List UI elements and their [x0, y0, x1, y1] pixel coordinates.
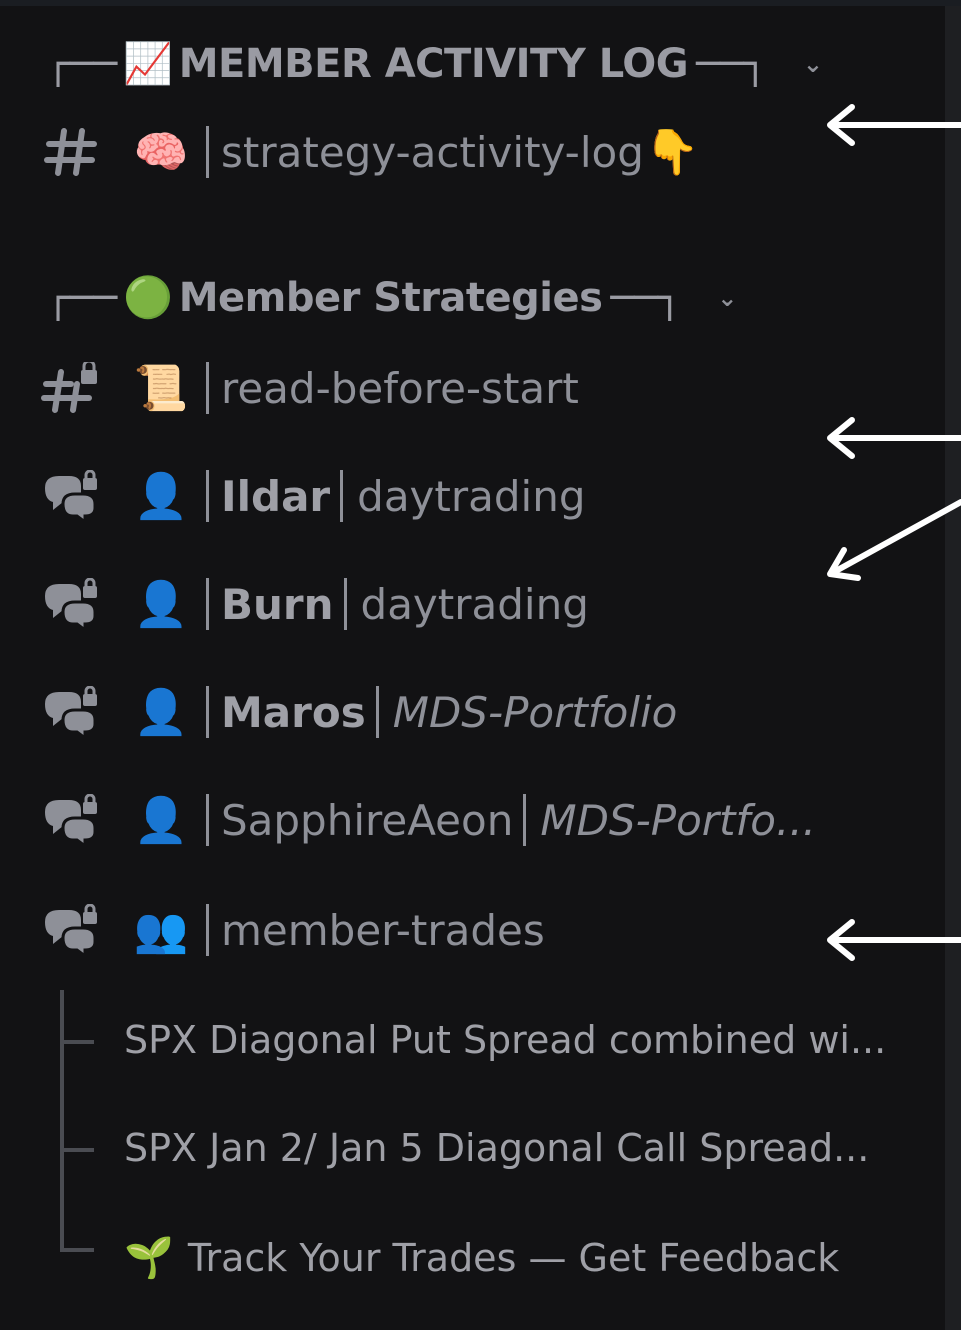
forum-lock-icon — [36, 794, 106, 846]
separator — [206, 126, 209, 178]
scroll-emoji-icon: 📜 — [133, 363, 189, 414]
person-silhouette-emoji-icon: 👤 — [133, 795, 189, 846]
brain-emoji-icon: 🧠 — [133, 127, 189, 178]
category-member-activity-log[interactable]: ┌── 📈 MEMBER ACTIVITY LOG ──┐ ⌄ — [46, 40, 823, 88]
separator — [206, 686, 209, 738]
thread-spx-jan-diagonal-call-spread[interactable]: SPX Jan 2/ Jan 5 Diagonal Call Spread... — [124, 1126, 869, 1170]
separator — [206, 470, 209, 522]
top-edge — [0, 0, 961, 6]
category-suffix: ──┐ — [696, 40, 767, 87]
category-label: Member Strategies — [178, 274, 603, 321]
forum-channel-burn[interactable]: 👤 Burn daytrading — [0, 578, 589, 630]
person-silhouette-emoji-icon: 👤 — [133, 579, 189, 630]
strategy-tag: daytrading — [360, 579, 589, 629]
thread-label: Track Your Trades — Get Feedback — [187, 1235, 840, 1280]
separator — [206, 794, 209, 846]
annotation-arrow-diagonal-icon — [827, 499, 961, 581]
pointing-down-emoji-icon: 👇 — [644, 127, 700, 178]
forum-lock-icon — [36, 578, 106, 630]
category-prefix: ┌── — [46, 274, 117, 321]
chart-increasing-emoji-icon: 📈 — [123, 41, 173, 87]
separator — [206, 578, 209, 630]
forum-lock-icon — [36, 904, 106, 956]
separator — [343, 578, 347, 630]
thread-branch — [60, 1148, 94, 1152]
strategy-tag: MDS-Portfolio — [392, 687, 678, 737]
member-name: Burn — [221, 579, 334, 629]
category-label: MEMBER ACTIVITY LOG — [178, 40, 689, 87]
forum-lock-icon — [36, 686, 106, 738]
person-silhouette-emoji-icon: 👤 — [133, 471, 189, 522]
channel-name: member-trades — [221, 905, 545, 955]
forum-channel-ildar[interactable]: 👤 Ildar daytrading — [0, 470, 586, 522]
chevron-down-icon[interactable]: ⌄ — [803, 50, 823, 78]
strategy-tag: MDS-Portfo... — [540, 795, 817, 845]
member-name: Maros — [221, 687, 366, 737]
member-name: SapphireAeon — [221, 795, 514, 845]
chevron-down-icon[interactable]: ⌄ — [717, 284, 737, 312]
strategy-tag: daytrading — [357, 471, 586, 521]
thread-branch — [60, 1040, 94, 1044]
channel-read-before-start[interactable]: 📜 read-before-start — [0, 362, 579, 414]
category-suffix: ──┐ — [610, 274, 682, 321]
annotation-arrow-left-icon — [827, 104, 961, 146]
hash-lock-icon — [36, 362, 106, 414]
thread-branch — [60, 1248, 94, 1252]
two-people-emoji-icon: 👥 — [133, 905, 189, 956]
person-silhouette-emoji-icon: 👤 — [133, 687, 189, 738]
annotation-arrow-left-icon — [827, 417, 961, 459]
category-prefix: ┌── — [46, 40, 117, 87]
thread-spx-diagonal-put-spread[interactable]: SPX Diagonal Put Spread combined wi... — [124, 1018, 886, 1062]
forum-channel-member-trades[interactable]: 👥 member-trades — [0, 904, 545, 956]
separator — [206, 362, 209, 414]
separator — [206, 904, 209, 956]
forum-channel-maros[interactable]: 👤 Maros MDS-Portfolio — [0, 686, 677, 738]
thread-track-your-trades[interactable]: 🌱 Track Your Trades — Get Feedback — [124, 1234, 839, 1281]
channel-name: read-before-start — [221, 363, 579, 413]
category-member-strategies[interactable]: ┌── 🟢 Member Strategies ──┐ ⌄ — [46, 274, 737, 322]
channel-name: strategy-activity-log — [221, 127, 644, 177]
forum-channel-sapphireaeon[interactable]: 👤 SapphireAeon MDS-Portfo... — [0, 794, 816, 846]
annotation-arrow-left-icon — [827, 919, 961, 961]
separator — [523, 794, 527, 846]
hash-icon — [36, 127, 106, 177]
channel-strategy-activity-log[interactable]: 🧠 strategy-activity-log 👇 — [0, 126, 700, 178]
separator — [340, 470, 344, 522]
seedling-emoji-icon: 🌱 — [124, 1235, 174, 1281]
thread-tree-line — [60, 990, 64, 1250]
forum-lock-icon — [36, 470, 106, 522]
member-name: Ildar — [221, 471, 331, 521]
green-circle-emoji-icon: 🟢 — [123, 275, 173, 321]
separator — [375, 686, 379, 738]
